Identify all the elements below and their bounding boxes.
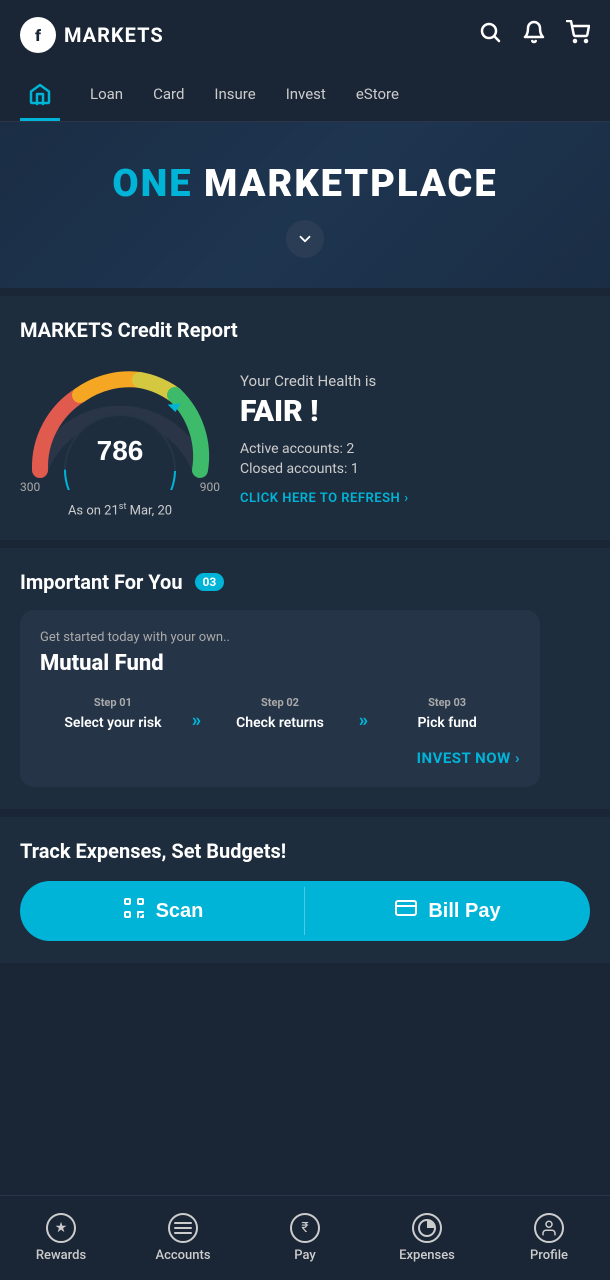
credit-health-value: FAIR ! [240,394,590,429]
cart-icon[interactable] [566,20,590,50]
nav-invest[interactable]: Invest [286,70,326,121]
rewards-label: Rewards [36,1248,86,1263]
mutual-fund-card[interactable]: Get started today with your own.. Mutual… [20,610,540,787]
card-title: Mutual Fund [40,651,520,676]
expenses-label: Expenses [399,1248,455,1263]
rewards-icon: ★ [46,1213,76,1243]
logo-text: MARKETS [64,23,164,47]
logo-icon: f [20,17,56,53]
important-badge: 03 [195,573,225,591]
bottom-nav-expenses[interactable]: Expenses [366,1196,488,1280]
bell-icon[interactable] [522,20,546,50]
step-3: Step 03 Pick fund [374,696,520,731]
nav-insure[interactable]: Insure [214,70,255,121]
expenses-icon [412,1213,442,1243]
search-icon[interactable] [478,20,502,50]
hero-banner: ONE MARKETPLACE [0,122,610,288]
hero-text: ONE MARKETPLACE [112,162,497,206]
credit-refresh-button[interactable]: CLICK HERE TO REFRESH › [240,491,590,506]
hero-one: ONE [112,162,192,206]
step-arrow-2: » [353,710,374,731]
track-title: Track Expenses, Set Budgets! [20,839,590,863]
scan-label: Scan [156,900,204,923]
bottom-nav-accounts[interactable]: Accounts [122,1196,244,1280]
step-3-num: Step 03 [428,696,466,709]
steps-row: Step 01 Select your risk » Step 02 Check… [40,696,520,731]
important-section: Important For You 03 Get started today w… [0,548,610,809]
svg-text:786: 786 [97,435,144,466]
logo[interactable]: f MARKETS [20,17,164,53]
content-area: ONE MARKETPLACE MARKETS Credit Report [0,122,610,1071]
step-1-label: Select your risk [64,715,161,731]
header: f MARKETS [0,0,610,70]
profile-icon [534,1213,564,1243]
active-accounts: Active accounts: 2 [240,441,590,457]
invest-now-button[interactable]: INVEST NOW › [40,749,520,767]
scan-icon [122,896,146,926]
nav-estore[interactable]: eStore [356,70,399,121]
bottom-nav-pay[interactable]: ₹ Pay [244,1196,366,1280]
bottom-nav-profile[interactable]: Profile [488,1196,610,1280]
card-scroll: Get started today with your own.. Mutual… [20,610,590,787]
credit-info: Your Credit Health is FAIR ! Active acco… [240,372,590,506]
pay-icon: ₹ [290,1213,320,1243]
bottom-nav: ★ Rewards Accounts ₹ Pay Expenses [0,1195,610,1280]
bottom-nav-rewards[interactable]: ★ Rewards [0,1196,122,1280]
gauge-chart: 786 [20,360,220,490]
pay-label: Pay [294,1248,316,1263]
important-header: Important For You 03 [20,570,590,594]
header-icons [478,20,590,50]
credit-container: 786 300 900 As on 21st Mar, 20 Your Cred… [20,360,590,518]
refresh-arrow: › [404,491,408,506]
credit-report-title: MARKETS Credit Report [20,318,590,342]
bill-pay-label: Bill Pay [428,900,500,923]
nav-home[interactable] [20,70,60,121]
step-2-num: Step 02 [261,696,299,709]
card-subtitle: Get started today with your own.. [40,630,520,645]
gauge-date: As on 21st Mar, 20 [68,502,172,518]
bill-pay-button[interactable]: Bill Pay [305,881,590,941]
step-1: Step 01 Select your risk [40,696,186,731]
credit-report-section: MARKETS Credit Report [0,296,610,540]
step-arrow-1: » [186,710,207,731]
important-title: Important For You [20,570,183,594]
credit-health-label: Your Credit Health is [240,372,590,390]
accounts-label: Accounts [155,1248,210,1263]
hero-marketplace: MARKETPLACE [204,162,498,206]
track-section: Track Expenses, Set Budgets! Scan [0,817,610,963]
step-2: Step 02 Check returns [207,696,353,731]
accounts-icon [168,1213,198,1243]
main-nav: Loan Card Insure Invest eStore [0,70,610,122]
bill-pay-icon [394,896,418,926]
scan-bill-buttons: Scan Bill Pay [20,881,590,941]
step-2-label: Check returns [236,715,324,731]
profile-label: Profile [530,1248,568,1263]
step-3-label: Pick fund [417,715,476,731]
gauge-wrapper: 786 300 900 As on 21st Mar, 20 [20,360,220,518]
step-1-num: Step 01 [94,696,132,709]
hero-chevron[interactable] [286,220,324,258]
closed-accounts: Closed accounts: 1 [240,461,590,477]
nav-loan[interactable]: Loan [90,70,123,121]
scan-button[interactable]: Scan [20,881,305,941]
nav-card[interactable]: Card [153,70,184,121]
